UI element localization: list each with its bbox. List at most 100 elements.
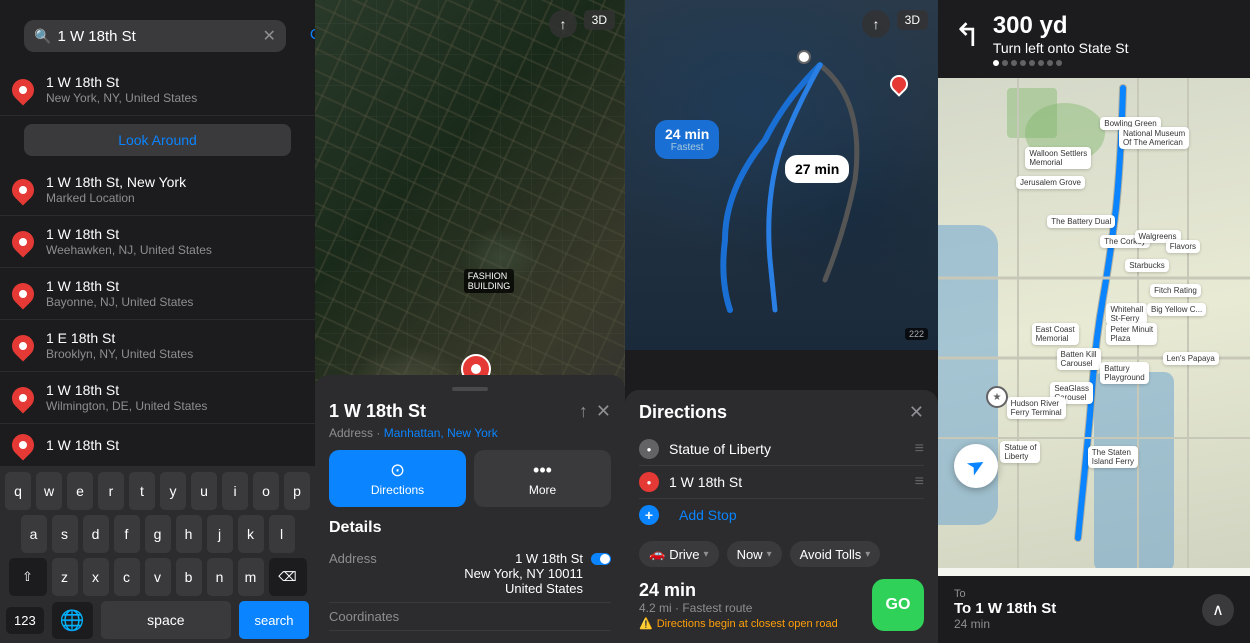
kb-search[interactable]: search (239, 601, 309, 639)
kb-q[interactable]: q (5, 472, 31, 510)
location-card: 1 W 18th St ↑ ✕ Address · Manhattan, New… (315, 375, 625, 643)
list-item[interactable]: 1 W 18th St Wilmington, DE, United State… (0, 372, 315, 424)
kb-x[interactable]: x (83, 558, 109, 596)
waypoints-list: ● Statue of Liberty ≡ ● 1 W 18th St ≡ + … (639, 433, 924, 531)
poi-walloon: Walloon SettlersMemorial (1025, 147, 1091, 169)
more-icon: ••• (533, 460, 552, 481)
kb-d[interactable]: d (83, 515, 109, 553)
result-title: 1 W 18th St (46, 437, 303, 453)
kb-b[interactable]: b (176, 558, 202, 596)
kb-c[interactable]: c (114, 558, 140, 596)
kb-space[interactable]: space (101, 601, 231, 639)
location-pin-icon (7, 278, 38, 309)
compass-icon[interactable]: ↑ (862, 10, 890, 38)
kb-n[interactable]: n (207, 558, 233, 596)
coordinates-detail-row: Coordinates (329, 603, 611, 631)
more-button[interactable]: ••• More (474, 450, 611, 507)
kb-v[interactable]: v (145, 558, 171, 596)
expand-button[interactable]: ∧ (1202, 594, 1234, 626)
avoid-tolls-button[interactable]: Avoid Tolls ▾ (790, 541, 881, 567)
kb-t[interactable]: t (129, 472, 155, 510)
add-stop-row[interactable]: + Add Stop (639, 499, 924, 531)
nav-route-line (938, 78, 1250, 568)
result-title: 1 W 18th St (46, 382, 303, 398)
chevron-down-icon: ▾ (865, 549, 870, 560)
3d-button[interactable]: 3D (584, 10, 615, 30)
result-subtitle: Bayonne, NJ, United States (46, 295, 303, 309)
kb-p[interactable]: p (284, 472, 310, 510)
nav-dot (1029, 60, 1035, 66)
close-button[interactable]: ✕ (909, 402, 924, 423)
card-handle (452, 387, 488, 391)
kb-m[interactable]: m (238, 558, 264, 596)
time-button[interactable]: Now ▾ (727, 541, 782, 567)
list-item[interactable]: 1 W 18th St Weehawken, NJ, United States (0, 216, 315, 268)
kb-a[interactable]: a (21, 515, 47, 553)
transport-mode-button[interactable]: 🚗 Drive ▾ (639, 541, 719, 567)
compass-icon[interactable]: ↑ (549, 10, 577, 38)
list-item[interactable]: 1 W 18th St New York, NY, United States (0, 64, 315, 116)
result-title: 1 W 18th St (46, 226, 303, 242)
kb-y[interactable]: y (160, 472, 186, 510)
turn-arrow-icon: ↰ (954, 16, 981, 54)
destination-name: To 1 W 18th St (954, 600, 1056, 617)
navigation-map[interactable]: Bowling Green National MuseumOf The Amer… (938, 78, 1250, 568)
kb-e[interactable]: e (67, 472, 93, 510)
location-pin-icon (7, 226, 38, 257)
directions-bottom-panel: Directions ✕ ● Statue of Liberty ≡ ● 1 W… (625, 390, 938, 643)
poi-statue-liberty: Statue ofLiberty (1000, 441, 1040, 463)
poi-staten-ferry: The StatenIsland Ferry (1088, 446, 1138, 468)
close-icon[interactable]: ✕ (596, 401, 611, 422)
navigation-panel: ↰ 300 yd Turn left onto State St (938, 0, 1250, 643)
kb-s[interactable]: s (52, 515, 78, 553)
kb-j[interactable]: j (207, 515, 233, 553)
kb-u[interactable]: u (191, 472, 217, 510)
kb-w[interactable]: w (36, 472, 62, 510)
directions-map[interactable]: ↑ 3D 24 min Fastest 27 min 222 (625, 0, 938, 350)
kb-i[interactable]: i (222, 472, 248, 510)
kb-g[interactable]: g (145, 515, 171, 553)
kb-123[interactable]: 123 (6, 607, 44, 634)
look-around-button[interactable]: Look Around (24, 124, 291, 156)
result-subtitle: Brooklyn, NY, United States (46, 347, 303, 361)
kb-o[interactable]: o (253, 472, 279, 510)
coordinates-label: Coordinates (329, 609, 399, 624)
nav-dot (993, 60, 999, 66)
go-button[interactable]: GO (872, 579, 924, 631)
destination-label: 1 W 18th St (669, 474, 915, 490)
nav-dot (1047, 60, 1053, 66)
search-input[interactable] (57, 28, 256, 45)
kb-delete[interactable]: ⌫ (269, 558, 307, 596)
kb-f[interactable]: f (114, 515, 140, 553)
kb-h[interactable]: h (176, 515, 202, 553)
nav-header: ↰ 300 yd Turn left onto State St (938, 0, 1250, 78)
share-icon[interactable]: ↑ (579, 401, 588, 422)
kb-r[interactable]: r (98, 472, 124, 510)
kb-shift[interactable]: ⇧ (9, 558, 47, 596)
route-duration: 24 min (639, 580, 838, 601)
address-toggle[interactable] (591, 553, 611, 565)
clear-icon[interactable]: ✕ (262, 26, 275, 46)
location-pin-icon (7, 174, 38, 205)
poi-battery: The Battery Dual (1047, 215, 1115, 228)
kb-k[interactable]: k (238, 515, 264, 553)
origin-icon: ● (639, 439, 659, 459)
directions-button[interactable]: ⊙ Directions (329, 450, 466, 507)
location-button[interactable]: ➤ (954, 444, 998, 488)
list-item[interactable]: 1 W 18th St Bayonne, NJ, United States (0, 268, 315, 320)
poi-east-coast: East CoastMemorial (1032, 323, 1079, 345)
kb-globe[interactable]: 🌐 (52, 602, 93, 639)
3d-button[interactable]: 3D (897, 10, 928, 30)
add-stop-icon: + (639, 505, 659, 525)
add-stop-button[interactable]: Add Stop (679, 507, 737, 523)
result-title: 1 W 18th St (46, 74, 303, 90)
details-title: Details (329, 519, 611, 537)
list-item[interactable]: 1 W 18th St, New York Marked Location (0, 164, 315, 216)
chevron-down-icon: ▾ (767, 549, 772, 560)
list-item[interactable]: 1 E 18th St Brooklyn, NY, United States (0, 320, 315, 372)
kb-z[interactable]: z (52, 558, 78, 596)
nav-street: Turn left onto State St (993, 40, 1129, 56)
kb-l[interactable]: l (269, 515, 295, 553)
address-value: 1 W 18th St New York, NY 10011 United St… (464, 551, 583, 596)
list-item[interactable]: 1 W 18th St (0, 424, 315, 466)
